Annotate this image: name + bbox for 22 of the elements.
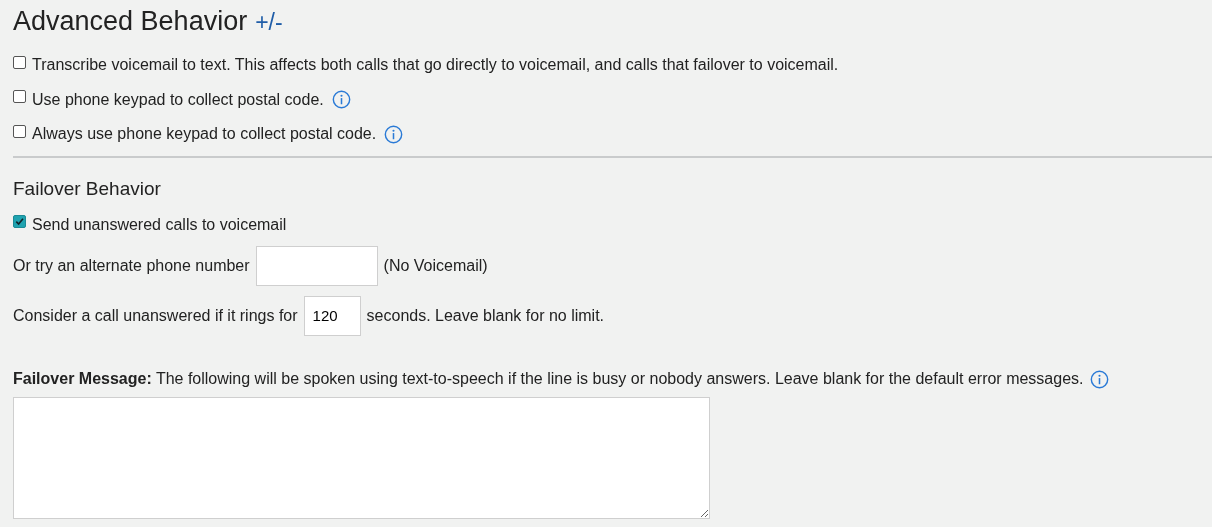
checkbox-label: Transcribe voicemail to text. This affects both calls that go directly to voicemail, and calls that failover to voicemail. [32, 56, 839, 75]
checkbox-label: Use phone keypad to collect postal code. [32, 90, 324, 109]
checkbox-label: Send unanswered calls to voicemail [32, 215, 287, 234]
checkbox[interactable] [13, 90, 26, 104]
input-field[interactable]: 120 [303, 295, 361, 336]
message-field[interactable] [13, 396, 710, 519]
checkbox[interactable] [13, 215, 26, 228]
info-icon[interactable] [384, 124, 404, 144]
checkbox-label: Always use phone keypad to collect postal code. [32, 125, 377, 144]
field-note: seconds. Leave blank for no limit. [366, 306, 605, 325]
field-label: Consider a call unanswered if it rings for [13, 306, 298, 325]
field-label: Failover Message: The following will be spoken using text-to-speech if the line is busy or nobody answers. Leave blank for the default error messages. [13, 370, 1084, 388]
field-note: (No Voicemail) [383, 256, 488, 275]
input-field[interactable] [255, 245, 378, 286]
section-title: Failover Behavior [13, 177, 162, 200]
section-title: Advanced Behavior [13, 6, 248, 37]
info-icon[interactable] [331, 90, 351, 110]
info-icon[interactable] [1089, 369, 1109, 389]
toggle-link[interactable]: +/- [255, 9, 283, 36]
checkbox[interactable] [13, 55, 26, 69]
field-label: Or try an alternate phone number [13, 256, 250, 275]
checkbox[interactable] [13, 124, 26, 138]
